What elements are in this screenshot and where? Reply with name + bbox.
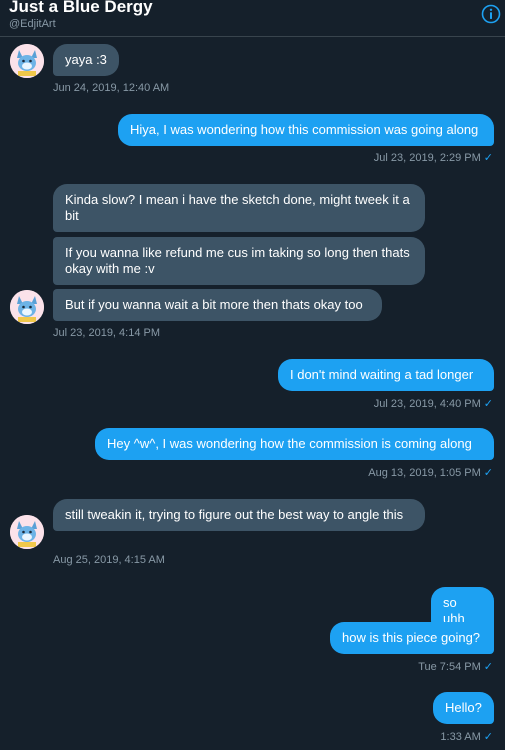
message-timestamp: Tue 7:54 PM ✓ [418,660,493,673]
read-check-icon: ✓ [483,152,493,164]
outgoing-message[interactable]: Hey ^w^, I was wondering how the commiss… [95,428,494,460]
message-timestamp: Aug 13, 2019, 1:05 PM ✓ [368,466,493,479]
timestamp-text: 1:33 AM [440,731,481,743]
incoming-message[interactable]: Kinda slow? I mean i have the sketch don… [53,184,425,232]
message-timestamp: Jun 24, 2019, 12:40 AM [53,82,170,94]
message-timestamp: 1:33 AM ✓ [440,730,493,743]
avatar[interactable] [10,44,44,78]
outgoing-message[interactable]: how is this piece going? [330,622,494,654]
contact-handle[interactable]: @EdjitArt [9,18,56,30]
timestamp-text: Aug 13, 2019, 1:05 PM [368,467,481,479]
outgoing-message[interactable]: Hello? [433,692,494,724]
timestamp-text: Jul 23, 2019, 2:29 PM [373,152,481,164]
message-timestamp: Jul 23, 2019, 2:29 PM ✓ [374,151,493,164]
incoming-message[interactable]: But if you wanna wait a bit more then th… [53,289,382,321]
avatar[interactable] [10,290,44,324]
incoming-message[interactable]: If you wanna like refund me cus im takin… [53,237,425,285]
timestamp-text: Jul 23, 2019, 4:40 PM [373,398,481,410]
read-check-icon: ✓ [483,661,493,673]
conversation-header: Just a Blue Dergy @EdjitArt [0,0,505,37]
contact-name[interactable]: Just a Blue Dergy [9,0,153,17]
outgoing-message[interactable]: Hiya, I was wondering how this commissio… [118,114,494,146]
dragon-avatar-icon [10,44,44,78]
message-timestamp: Jul 23, 2019, 4:14 PM [53,327,161,339]
message-timestamp: Jul 23, 2019, 4:40 PM ✓ [374,397,493,410]
message-timestamp: Aug 25, 2019, 4:15 AM [53,554,165,566]
dragon-avatar-icon [10,290,44,324]
incoming-message[interactable]: yaya :3 [53,44,119,76]
read-check-icon: ✓ [483,398,493,410]
read-check-icon: ✓ [483,467,493,479]
incoming-message[interactable]: still tweakin it, trying to figure out t… [53,499,425,531]
info-icon[interactable] [481,4,501,24]
outgoing-message[interactable]: I don't mind waiting a tad longer [278,359,494,391]
read-check-icon: ✓ [483,731,493,743]
dragon-avatar-icon [10,515,44,549]
avatar[interactable] [10,515,44,549]
timestamp-text: Tue 7:54 PM [418,661,481,673]
